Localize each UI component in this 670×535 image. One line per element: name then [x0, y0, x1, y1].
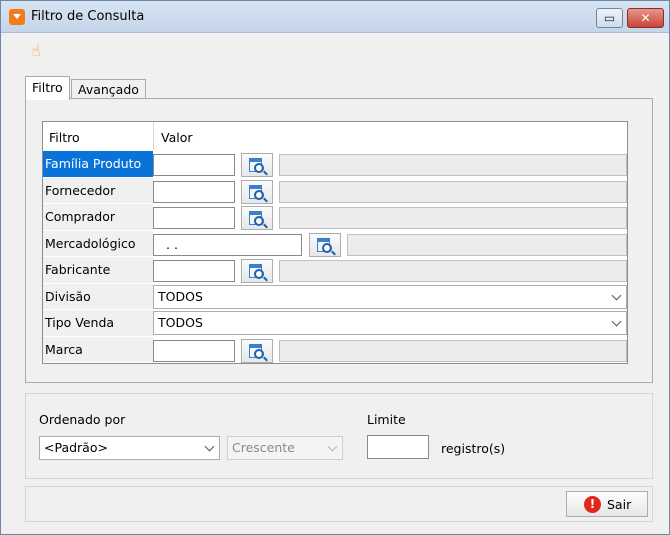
dialog-window: Filtro de Consulta ▭ ✕ ☝ Filtro Avançado…	[0, 0, 670, 535]
filter-grid: Filtro Valor Família Produto Fornecedor	[42, 121, 628, 364]
limit-input[interactable]	[367, 435, 429, 459]
select-value: <Padrão>	[44, 440, 108, 455]
footer-bar: ! Sair	[25, 486, 653, 522]
filter-label[interactable]: Fabricante	[43, 257, 153, 284]
description-field	[279, 154, 627, 176]
code-input[interactable]	[153, 154, 235, 176]
search-button[interactable]	[241, 259, 273, 283]
chevron-down-icon	[327, 441, 338, 452]
minimize-button[interactable]: ▭	[596, 8, 623, 28]
search-button[interactable]	[241, 206, 273, 230]
search-button[interactable]	[309, 232, 341, 257]
filter-label[interactable]: Comprador	[43, 204, 153, 231]
chevron-down-icon	[611, 316, 622, 327]
order-field-select[interactable]: <Padrão>	[39, 436, 220, 460]
sale-type-select[interactable]: TODOS	[153, 311, 627, 335]
window-title: Filtro de Consulta	[31, 9, 145, 24]
description-field	[347, 233, 627, 256]
code-input[interactable]	[153, 207, 235, 229]
select-value: TODOS	[158, 288, 203, 304]
filter-label[interactable]: Família Produto	[43, 151, 153, 178]
exit-label: Sair	[607, 497, 632, 512]
description-field	[279, 207, 627, 229]
ordering-group: Ordenado por <Padrão> Crescente Limite r…	[25, 393, 653, 479]
search-button[interactable]	[241, 153, 273, 177]
app-icon	[9, 9, 25, 25]
filter-tab-pane: Filtro Valor Família Produto Fornecedor	[25, 98, 653, 383]
tab-avancado[interactable]: Avançado	[71, 79, 146, 99]
filter-label[interactable]: Fornecedor	[43, 177, 153, 204]
filter-row-tipo-venda[interactable]: Tipo Venda TODOS	[43, 310, 627, 337]
tab-filtro[interactable]: Filtro	[25, 76, 70, 100]
filter-row-familia-produto[interactable]: Família Produto	[43, 151, 627, 178]
description-field	[279, 180, 627, 203]
order-direction-select[interactable]: Crescente	[227, 436, 343, 460]
description-field	[279, 339, 627, 362]
division-select[interactable]: TODOS	[153, 284, 627, 309]
column-header-filter: Filtro	[49, 130, 80, 145]
filter-row-fabricante[interactable]: Fabricante	[43, 257, 627, 284]
filter-label[interactable]: Divisão	[43, 283, 153, 310]
select-value: Crescente	[232, 440, 295, 455]
filter-row-mercadologico[interactable]: Mercadológico . .	[43, 230, 627, 257]
limit-unit-label: registro(s)	[441, 441, 506, 456]
code-input[interactable]: . .	[153, 233, 302, 256]
code-input[interactable]	[153, 339, 235, 362]
select-value: TODOS	[158, 315, 203, 330]
limit-label: Limite	[367, 412, 406, 427]
order-by-label: Ordenado por	[39, 412, 126, 427]
hand-pointer-icon[interactable]: ☝	[31, 41, 47, 61]
grid-header-row: Filtro Valor	[43, 122, 627, 151]
filter-label[interactable]: Mercadológico	[43, 230, 153, 257]
exit-button[interactable]: ! Sair	[566, 491, 648, 517]
search-button[interactable]	[241, 179, 273, 204]
column-header-value: Valor	[161, 130, 193, 145]
exit-icon: !	[584, 496, 601, 513]
search-button[interactable]	[241, 338, 273, 363]
chevron-down-icon	[204, 441, 215, 452]
description-field	[279, 260, 627, 282]
chevron-down-icon	[611, 290, 622, 300]
filter-row-comprador[interactable]: Comprador	[43, 204, 627, 231]
code-input[interactable]	[153, 260, 235, 282]
code-input[interactable]	[153, 180, 235, 203]
title-bar: Filtro de Consulta ▭ ✕	[1, 1, 669, 33]
filter-row-divisao[interactable]: Divisão TODOS	[43, 283, 627, 310]
filter-label[interactable]: Tipo Venda	[43, 310, 153, 337]
filter-label[interactable]: Marca	[43, 336, 153, 363]
filter-row-marca[interactable]: Marca	[43, 336, 627, 363]
column-separator	[153, 122, 154, 150]
filter-row-fornecedor[interactable]: Fornecedor	[43, 177, 627, 204]
close-button[interactable]: ✕	[627, 8, 664, 28]
